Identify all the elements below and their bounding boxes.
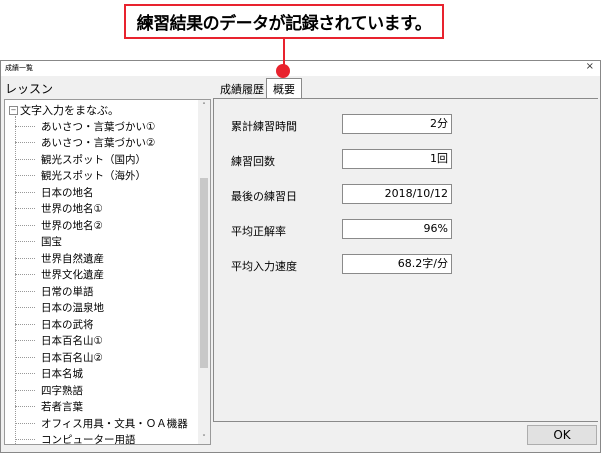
tree-item[interactable]: 国宝: [15, 234, 62, 250]
tree-item[interactable]: 世界自然遺産: [15, 250, 104, 266]
scrollbar-thumb[interactable]: [200, 178, 208, 368]
panel-border-bottom: [213, 421, 598, 422]
tree-item[interactable]: オフィス用具・文具・ＯＡ機器: [15, 415, 188, 431]
scroll-up-icon[interactable]: ˄: [198, 100, 210, 112]
tree-root-node[interactable]: − 文字入力をまなぶ。: [9, 102, 119, 118]
tree-item-label: 世界の地名②: [41, 219, 103, 232]
callout-pointer-dot: [276, 64, 290, 78]
tree-item[interactable]: 日本百名山②: [15, 349, 103, 365]
tree-item-label: オフィス用具・文具・ＯＡ機器: [41, 417, 188, 430]
tree-item-label: 国宝: [41, 236, 62, 248]
tree-item[interactable]: 日本の温泉地: [15, 300, 104, 316]
tree-item-label: 観光スポット（国内）: [41, 153, 146, 166]
lesson-tree[interactable]: − 文字入力をまなぶ。 あいさつ・言葉づかい① あいさつ・言葉づかい② 観光スポ…: [4, 99, 211, 445]
tree-item-label: 日本の地名: [41, 186, 94, 199]
collapse-icon[interactable]: −: [9, 105, 18, 115]
close-icon[interactable]: ×: [586, 61, 594, 72]
tree-item[interactable]: 日本の地名: [15, 184, 94, 200]
ok-button[interactable]: OK: [527, 425, 597, 445]
tree-item-label: 観光スポット（海外）: [41, 170, 146, 182]
tree-item-label: あいさつ・言葉づかい①: [41, 120, 156, 133]
panel-border-top: [213, 98, 598, 99]
average-typing-speed-label: 平均入力速度: [231, 260, 297, 273]
last-practice-date-value: 2018/10/12: [342, 184, 452, 204]
tree-item-label: 世界の地名①: [41, 203, 103, 215]
tree-item-label: 日本の武将: [41, 318, 94, 331]
tree-item[interactable]: あいさつ・言葉づかい②: [15, 135, 155, 151]
tree-item-label: あいさつ・言葉づかい②: [41, 137, 156, 149]
tree-item[interactable]: 世界の地名②: [15, 217, 103, 233]
tree-item[interactable]: 観光スポット（海外）: [15, 168, 146, 184]
tree-scrollbar[interactable]: ˄ ˅: [198, 100, 210, 444]
practice-count-value: 1回: [342, 149, 452, 169]
average-accuracy-label: 平均正解率: [231, 225, 286, 238]
tab-summary[interactable]: 概要: [266, 78, 302, 98]
tree-item-label: 世界自然遺産: [41, 252, 104, 265]
tree-item[interactable]: 四字熟語: [15, 382, 83, 398]
tree-root-label: 文字入力をまなぶ。: [20, 104, 119, 117]
tab-score-history[interactable]: 成績履歴: [220, 81, 264, 97]
tree-item-label: 日本百名山①: [41, 335, 103, 347]
title-bar: 成績一覧 ×: [1, 61, 600, 76]
average-typing-speed-value: 68.2字/分: [342, 254, 452, 274]
tree-item-label: 日本百名山②: [41, 351, 103, 364]
score-list-window: 成績一覧 × レッスン − 文字入力をまなぶ。 あいさつ・言葉づかい① あいさつ…: [0, 60, 601, 453]
tree-item-label: 世界文化遺産: [41, 269, 104, 281]
tree-item[interactable]: 世界の地名①: [15, 201, 103, 217]
tree-item[interactable]: 世界文化遺産: [15, 267, 104, 283]
tree-item[interactable]: 日本名城: [15, 366, 83, 382]
average-accuracy-value: 96%: [342, 219, 452, 239]
practice-count-label: 練習回数: [231, 155, 275, 168]
scroll-down-icon[interactable]: ˅: [198, 432, 210, 444]
last-practice-date-label: 最後の練習日: [231, 190, 297, 203]
tree-item[interactable]: コンピューター用語: [15, 432, 136, 445]
total-practice-time-value: 2分: [342, 114, 452, 134]
tree-item[interactable]: 日本の武将: [15, 316, 94, 332]
lesson-panel-label: レッスン: [5, 82, 54, 96]
tree-item-label: 四字熟語: [41, 384, 83, 397]
tree-item-label: 日本名城: [41, 368, 83, 380]
tree-item-label: 日本の温泉地: [41, 302, 104, 314]
panel-border-left: [213, 98, 214, 421]
tree-item-label: 若者言葉: [41, 401, 83, 413]
tree-item[interactable]: 日本百名山①: [15, 333, 103, 349]
tree-item[interactable]: 若者言葉: [15, 399, 83, 415]
total-practice-time-label: 累計練習時間: [231, 120, 297, 133]
tree-item[interactable]: 日常の単語: [15, 283, 94, 299]
tree-item[interactable]: 観光スポット（国内）: [15, 151, 146, 167]
window-title: 成績一覧: [5, 64, 33, 72]
annotation-callout: 練習結果のデータが記録されています。: [124, 4, 444, 39]
tree-item-label: 日常の単語: [41, 285, 94, 298]
tree-item[interactable]: あいさつ・言葉づかい①: [15, 118, 155, 134]
tree-item-label: コンピューター用語: [41, 434, 136, 445]
